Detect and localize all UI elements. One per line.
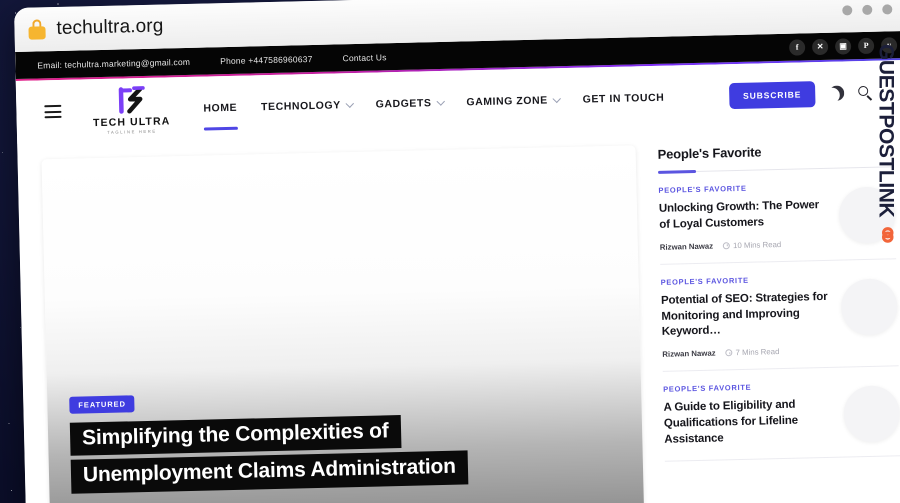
featured-title-line-2: Unemployment Claims Administration	[70, 450, 469, 494]
nav-actions: SUBSCRIBE	[728, 79, 899, 109]
sidebar-article-item[interactable]: PEOPLE'S FAVORITE Potential of SEO: Stra…	[660, 259, 899, 373]
window-controls[interactable]	[842, 4, 893, 16]
sidebar-article-item[interactable]: PEOPLE'S FAVORITE Unlocking Growth: The …	[658, 167, 897, 265]
sidebar-article-author: Rizwan Nawaz	[662, 348, 716, 360]
sidebar-article-kicker: PEOPLE'S FAVORITE	[663, 383, 752, 395]
topbar-contact-link[interactable]: Contact Us	[342, 52, 386, 63]
page-viewport: Email: techultra.marketing@gmail.com Pho…	[15, 30, 900, 503]
sidebar-article-kicker: PEOPLE'S FAVORITE	[658, 183, 747, 195]
sidebar-article-thumbnail	[843, 385, 900, 443]
nav-item-get-in-touch[interactable]: GET IN TOUCH	[582, 69, 665, 127]
page-content: FEATURED Simplifying the Complexities of…	[17, 123, 900, 503]
sidebar-article-title: Potential of SEO: Strategies for Monitor…	[660, 290, 828, 339]
star	[10, 490, 13, 492]
featured-title-line-1: Simplifying the Complexities of	[69, 414, 402, 457]
readtime-label: 10 Mins Read	[732, 239, 782, 250]
sidebar-article-title: Unlocking Growth: The Power of Loyal Cus…	[658, 199, 820, 231]
topbar-phone[interactable]: Phone +447586960637	[220, 53, 313, 65]
sidebar: People's Favorite PEOPLE'S FAVORITE Unlo…	[657, 139, 900, 503]
window-control-dot[interactable]	[882, 4, 893, 15]
nav-item-label: GET IN TOUCH	[582, 91, 665, 106]
sidebar-article-meta: Rizwan Nawaz 10 Mins Read	[660, 239, 832, 252]
featured-article-meta: Rizwan Nawaz March 25, 2024	[72, 491, 644, 503]
nav-item-technology[interactable]: TECHNOLOGY	[260, 77, 355, 135]
padlock-icon	[28, 19, 46, 40]
instagram-icon[interactable]: ▣	[834, 37, 852, 55]
nav-item-gaming-zone[interactable]: GAMING ZONE	[466, 72, 562, 130]
star	[8, 422, 10, 425]
nav-item-label: TECHNOLOGY	[260, 98, 341, 113]
window-control-dot[interactable]	[862, 4, 873, 16]
readtime-label: 7 Mins Read	[735, 347, 780, 358]
site-logo[interactable]: TECH ULTRA TAGLINE HERE	[85, 84, 178, 135]
sidebar-article-kicker: PEOPLE'S FAVORITE	[660, 275, 749, 287]
clock-icon	[725, 349, 733, 357]
url-text[interactable]: techultra.org	[56, 15, 163, 40]
nav-item-gadgets[interactable]: GADGETS	[375, 74, 446, 132]
x-twitter-icon[interactable]: ✕	[811, 38, 829, 55]
featured-badge: FEATURED	[69, 395, 136, 414]
nav-item-label: GADGETS	[375, 96, 432, 111]
facebook-icon[interactable]: f	[788, 38, 806, 56]
sidebar-article-thumbnail	[838, 186, 896, 244]
chevron-down-icon	[436, 96, 446, 106]
window-control-dot[interactable]	[842, 5, 853, 16]
sidebar-article-title: A Guide to Eligibility and Qualification…	[663, 399, 799, 446]
chevron-down-icon	[552, 94, 562, 103]
nav-item-home[interactable]: HOME	[203, 79, 238, 136]
nav-item-label: HOME	[203, 101, 238, 115]
chevron-down-icon	[345, 98, 355, 108]
sidebar-heading: People's Favorite	[657, 144, 762, 162]
sidebar-article-meta: Rizwan Nawaz 7 Mins Read	[662, 346, 834, 359]
star	[1, 151, 3, 153]
search-icon[interactable]	[858, 85, 872, 100]
social-icon-group: f ✕ ▣ P v	[788, 36, 898, 56]
nav-item-label: GAMING ZONE	[466, 93, 548, 108]
clock-icon	[723, 241, 731, 250]
topbar-email[interactable]: Email: techultra.marketing@gmail.com	[37, 56, 190, 70]
sidebar-article-readtime: 7 Mins Read	[725, 347, 780, 358]
hamburger-menu-icon[interactable]	[44, 104, 62, 119]
sidebar-article-thumbnail	[840, 277, 898, 336]
sidebar-article-item[interactable]: PEOPLE'S FAVORITE A Guide to Eligibility…	[662, 366, 900, 462]
brand-name: TECH ULTRA	[92, 115, 171, 130]
featured-article-card[interactable]: FEATURED Simplifying the Complexities of…	[41, 145, 645, 503]
pinterest-icon[interactable]: P	[857, 37, 875, 54]
subscribe-button[interactable]: SUBSCRIBE	[728, 80, 816, 109]
sidebar-article-author: Rizwan Nawaz	[659, 241, 714, 252]
logo-mark-icon	[101, 85, 162, 116]
nav-menu: HOME TECHNOLOGY GADGETS GAMING ZONE GET …	[203, 69, 689, 136]
brand-tagline: TAGLINE HERE	[107, 128, 157, 135]
star	[57, 3, 59, 5]
sidebar-article-readtime: 10 Mins Read	[723, 240, 781, 250]
moon-icon[interactable]	[829, 85, 844, 100]
featured-article-overlay: FEATURED Simplifying the Complexities of…	[47, 381, 644, 503]
browser-window: techultra.org Email: techultra.marketing…	[14, 0, 900, 503]
vimeo-icon[interactable]: v	[880, 36, 898, 54]
